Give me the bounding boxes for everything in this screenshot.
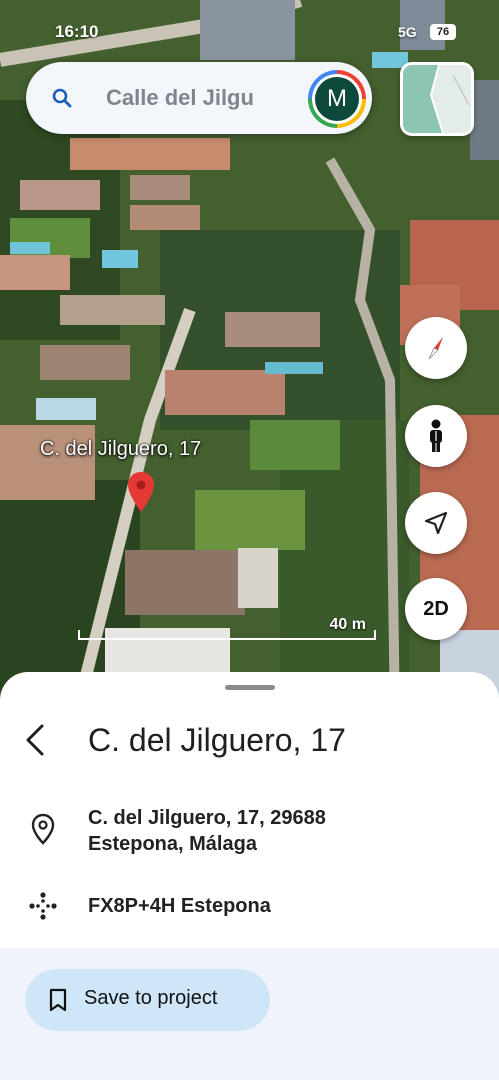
scale-label: 40 m [329,616,366,633]
navigation-arrow-icon [424,511,448,535]
save-to-project-label: Save to project [84,987,218,1009]
address-line-1: C. del Jilguero, 17, 29688 [88,807,326,829]
street-view-button[interactable] [405,405,467,467]
minimap-icon [403,65,471,133]
status-bar: 16:10 5G 76 [0,22,499,44]
sheet-drag-handle[interactable] [225,685,275,690]
compass-icon [428,337,443,360]
map-location-label: C. del Jilguero, 17 [40,438,202,460]
account-avatar[interactable]: M [308,70,366,128]
plus-code: FX8P+4H Estepona [88,895,271,917]
avatar-ring: M [312,74,362,124]
toggle-2d-button[interactable]: 2D [405,578,467,640]
search-icon[interactable] [50,86,74,110]
location-pin-icon[interactable] [126,470,156,514]
minimap-button[interactable] [400,62,474,136]
place-title: C. del Jilguero, 17 [88,722,346,758]
search-bar[interactable]: Calle del Jilgu M [26,62,372,134]
avatar-letter: M [315,77,359,121]
plus-code-icon [29,892,57,920]
network-indicator: 5G [398,24,417,40]
address-line-2: Estepona, Málaga [88,833,257,855]
scale-tick-right [374,630,376,640]
place-marker-icon [31,813,55,845]
sheet-actions: Save to project [0,948,499,1080]
my-location-button[interactable] [405,492,467,554]
search-query[interactable]: Calle del Jilgu [106,85,306,111]
place-details-sheet[interactable]: C. del Jilguero, 17 C. del Jilguero, 17,… [0,672,499,1080]
battery-indicator: 76 [430,24,456,40]
save-to-project-button[interactable]: Save to project [25,969,270,1031]
scale-bar [78,638,376,640]
pegman-icon [430,419,442,452]
place-address: C. del Jilguero, 17, 29688 Estepona, Mál… [88,805,326,857]
compass-button[interactable] [405,317,467,379]
status-time: 16:10 [55,22,99,41]
back-arrow-icon[interactable] [20,722,50,758]
map-scale: 40 m [78,616,376,646]
satellite-map[interactable]: 16:10 5G 76 Calle del Jilgu M 2D C. del … [0,0,499,720]
bookmark-icon [49,988,67,1012]
